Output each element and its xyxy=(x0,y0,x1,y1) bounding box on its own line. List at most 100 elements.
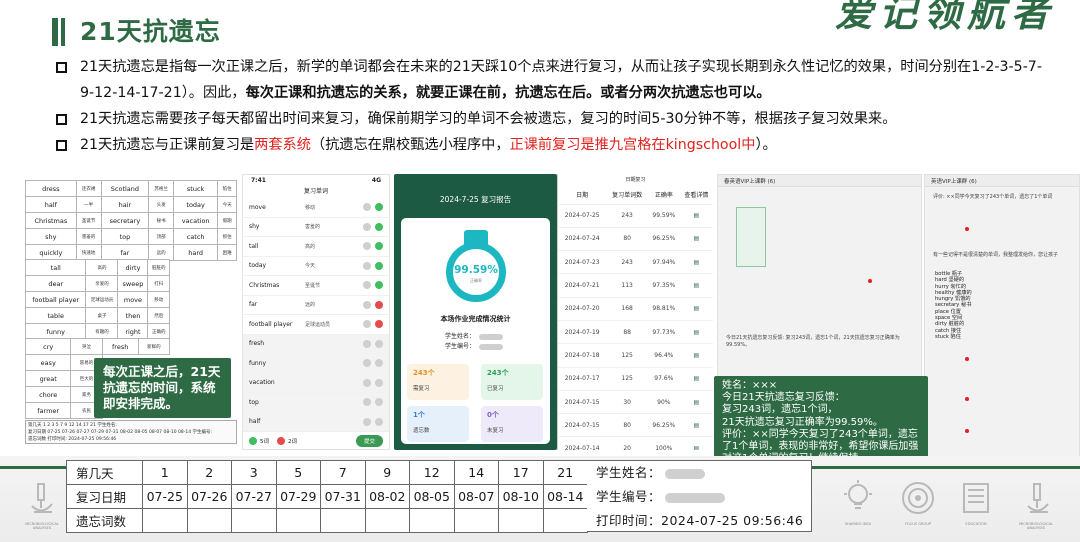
schedule-date-cell: 08-02 xyxy=(364,484,410,509)
word-meaning: 苏格兰 xyxy=(148,180,175,197)
word-meaning: 亲爱的 xyxy=(85,275,119,292)
bullet-box-icon xyxy=(56,140,67,151)
submit-button[interactable]: 提交 xyxy=(355,434,383,447)
view-detail-icon[interactable]: ▤ xyxy=(679,226,713,251)
table-row[interactable]: 2024-07-17 125 97.6% ▤ xyxy=(558,366,713,391)
table-row[interactable]: 2024-07-23 243 97.94% ▤ xyxy=(558,250,713,274)
bullet-3-text-a: 21天抗遗忘与正课前复习是 xyxy=(80,137,255,153)
pending-dot-icon[interactable] xyxy=(375,398,383,407)
word-row: dear 亲爱的 sweep 打扫 xyxy=(24,275,170,292)
title-accent-bar-2 xyxy=(61,18,65,46)
view-detail-icon[interactable]: ▤ xyxy=(679,250,713,274)
word-list-item[interactable]: Christmas 圣诞节 xyxy=(243,276,389,296)
pending-dot-icon[interactable] xyxy=(375,339,383,348)
skip-dot-icon[interactable] xyxy=(363,281,371,290)
table-row[interactable]: 2024-07-18 125 96.4% ▤ xyxy=(558,343,713,368)
stat-title: 本场作业完成情况统计 xyxy=(440,315,511,323)
unread-dot-icon xyxy=(965,429,969,433)
word-list-item[interactable]: tall 高的 xyxy=(243,237,389,257)
schedule-day-cell: 2 xyxy=(186,460,232,485)
word-cell: dress xyxy=(25,180,77,197)
word-list-item[interactable]: move 移动 xyxy=(243,198,389,218)
word-cell: secretary xyxy=(100,212,150,229)
word-list-item[interactable]: shy 害羞的 xyxy=(243,218,389,237)
correct-dot-icon[interactable] xyxy=(375,242,383,251)
chat-2-title: 英语VIP上课群 (6) xyxy=(925,175,1079,187)
wrong-dot-icon[interactable] xyxy=(375,320,383,329)
bullet-box-icon xyxy=(56,62,67,73)
accuracy-percent: 99.59% xyxy=(454,264,498,276)
skip-dot-icon[interactable] xyxy=(363,320,371,329)
schedule-forget-cell xyxy=(453,508,499,533)
chat-1-message: 今日21天抗遗忘复习反馈: 复习243词，遗忘1个词，21天抗遗忘复习正确率为9… xyxy=(726,335,900,348)
word-list-item[interactable]: vacation xyxy=(243,373,389,393)
word-row: cry 哭泣 fresh 新鲜的 xyxy=(24,338,171,355)
table-row[interactable]: 2024-07-24 80 96.25% ▤ xyxy=(558,226,713,251)
pending-dot-icon[interactable] xyxy=(375,417,383,426)
table-row[interactable]: 2024-07-15 30 90% ▤ xyxy=(558,389,713,414)
table-row[interactable]: 2024-07-19 88 97.73% ▤ xyxy=(558,319,713,344)
correct-dot-icon[interactable] xyxy=(375,281,383,290)
word-row: Christmas 圣诞节 secretary 秘书 vacation 假期 xyxy=(25,212,237,229)
table-row[interactable]: 2024-07-20 168 98.81% ▤ xyxy=(558,296,713,321)
skip-dot-icon[interactable] xyxy=(363,261,371,270)
unread-dot-icon xyxy=(965,397,969,401)
bullet-list: 21天抗遗忘是指每一次正课之后，新学的单词都会在未来的21天踩10个点来进行复习… xyxy=(56,54,1056,158)
schedule-date-cell: 08-14 xyxy=(542,484,588,509)
word-list-item[interactable]: football player 足球运动员 xyxy=(243,315,389,335)
print-time-row: 打印时间：2024-07-25 09:56:46 xyxy=(596,513,804,528)
word-meaning: 陷住 xyxy=(217,180,237,197)
history-header-cell: 查看详情 xyxy=(684,192,709,200)
history-body: 2024-07-25 243 99.59% ▤ 2024-07-24 80 96.25% ▤ 2… xyxy=(558,203,713,450)
skip-dot-icon[interactable] xyxy=(363,378,371,387)
schedule-date-cell: 08-07 xyxy=(453,484,499,509)
view-detail-icon[interactable]: ▤ xyxy=(679,343,713,368)
schedule-date-cell: 08-10 xyxy=(498,484,544,509)
skip-dot-icon[interactable] xyxy=(363,398,371,407)
word-list-item[interactable]: funny xyxy=(243,354,389,374)
bullet-3-red-b: 正课前复习是推九宫格在kingschool中 xyxy=(509,137,756,153)
skip-dot-icon[interactable] xyxy=(363,300,371,309)
table-row[interactable]: 2024-07-15 80 96.25% ▤ xyxy=(558,413,713,437)
word-cell: today xyxy=(173,196,219,213)
pending-dot-icon[interactable] xyxy=(375,378,383,387)
schedule-forget-cell xyxy=(186,508,232,533)
view-detail-icon[interactable]: ▤ xyxy=(679,319,713,344)
correct-dot-icon[interactable] xyxy=(375,222,383,231)
pending-dot-icon[interactable] xyxy=(375,359,383,368)
brand-logo: 爱记领航者 xyxy=(835,0,1056,35)
skip-dot-icon[interactable] xyxy=(363,359,371,368)
chat-2-wordlist: bottle 瓶子 hard 坚硬的 hurry 匆忙的 healthy 健康的… xyxy=(935,271,972,340)
table-row[interactable]: 2024-07-21 113 97.35% ▤ xyxy=(558,273,713,298)
view-detail-icon[interactable]: ▤ xyxy=(679,436,713,450)
view-detail-icon[interactable]: ▤ xyxy=(679,203,713,228)
word-list-item[interactable]: top xyxy=(243,393,389,413)
word-list-item[interactable]: today 今天 xyxy=(243,257,389,276)
view-detail-icon[interactable]: ▤ xyxy=(679,389,713,414)
skip-dot-icon[interactable] xyxy=(363,222,371,231)
schedule-forget-cell xyxy=(542,508,588,533)
phone-nav-title: 复习单词 xyxy=(303,188,328,195)
history-cell: 2024-07-14 xyxy=(558,436,607,450)
wrong-dot-icon[interactable] xyxy=(375,300,383,309)
skip-dot-icon[interactable] xyxy=(363,339,371,348)
skip-dot-icon[interactable] xyxy=(363,417,371,426)
word-list-item[interactable]: far 远的 xyxy=(243,296,389,315)
table-row[interactable]: 2024-07-25 243 99.59% ▤ xyxy=(558,203,713,228)
skip-dot-icon[interactable] xyxy=(363,242,371,251)
view-detail-icon[interactable]: ▤ xyxy=(679,413,713,437)
table-row[interactable]: 2024-07-14 20 100% ▤ xyxy=(558,436,713,450)
word-list-item[interactable]: fresh xyxy=(243,334,389,354)
view-detail-icon[interactable]: ▤ xyxy=(679,273,713,298)
history-cell: 96.25% xyxy=(647,413,680,437)
schedule-date-cell: 07-27 xyxy=(231,484,277,509)
correct-dot-icon xyxy=(249,436,257,445)
note-right-line-4: 21天抗遗忘复习正确率为99.59%。 xyxy=(722,416,883,428)
print-time: 2024-07-25 09:56:46 xyxy=(661,513,804,528)
view-detail-icon[interactable]: ▤ xyxy=(679,296,713,321)
correct-dot-icon[interactable] xyxy=(375,203,383,212)
skip-dot-icon[interactable] xyxy=(363,203,371,212)
word-list-item[interactable]: half xyxy=(243,412,389,432)
correct-dot-icon[interactable] xyxy=(375,261,383,270)
view-detail-icon[interactable]: ▤ xyxy=(679,366,713,391)
